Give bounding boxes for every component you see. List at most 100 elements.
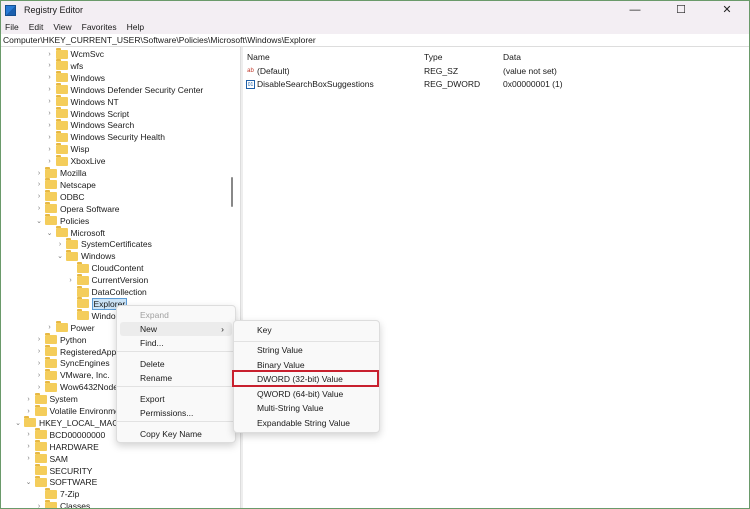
column-header-name[interactable]: Name (247, 52, 270, 64)
chevron-right-icon[interactable]: › (35, 372, 43, 379)
chevron-right-icon[interactable]: › (35, 193, 43, 200)
chevron-right-icon[interactable]: › (35, 205, 43, 212)
address-bar[interactable]: Computer\HKEY_CURRENT_USER\Software\Poli… (0, 34, 750, 47)
tree-item[interactable]: ⌄SOFTWARE (25, 476, 98, 488)
tree-item[interactable]: Windo (67, 310, 116, 322)
folder-icon (77, 276, 89, 285)
tree-item[interactable]: ›Classes (35, 500, 90, 509)
value-row[interactable]: ab(Default) (246, 66, 290, 78)
chevron-right-icon[interactable]: › (35, 348, 43, 355)
chevron-right-icon[interactable]: › (46, 86, 54, 93)
tree-item[interactable]: ›Python (35, 334, 86, 346)
menu-item-export[interactable]: Export (120, 392, 232, 406)
tree-item[interactable]: ›XboxLive (46, 155, 106, 167)
tree-item[interactable]: ›System (25, 393, 78, 405)
menu-item-find[interactable]: Find... (120, 336, 232, 350)
tree-item[interactable]: ›Power (46, 322, 95, 334)
tree-item[interactable]: ›Mozilla (35, 167, 86, 179)
chevron-right-icon[interactable]: › (35, 170, 43, 177)
tree-item[interactable]: ›Windows Search (46, 119, 135, 131)
tree-item[interactable]: ›Windows Script (46, 108, 130, 120)
chevron-down-icon[interactable]: ⌄ (25, 478, 33, 486)
tree-item[interactable]: ›SyncEngines (35, 357, 110, 369)
tree-item[interactable]: ⌄Microsoft (46, 227, 105, 239)
value-row[interactable]: 01DisableSearchBoxSuggestions (246, 79, 374, 91)
tree-item[interactable]: ›wfs (46, 60, 84, 72)
tree-item[interactable]: ›SystemCertificates (56, 238, 152, 250)
tree-scrollbar[interactable] (231, 177, 233, 207)
chevron-right-icon[interactable]: › (46, 324, 54, 331)
chevron-down-icon[interactable]: ⌄ (46, 229, 54, 237)
menu-help[interactable]: Help (127, 22, 144, 32)
menu-item-rename[interactable]: Rename (120, 371, 232, 385)
chevron-down-icon[interactable]: ⌄ (14, 419, 22, 427)
maximize-button[interactable]: ☐ (658, 0, 704, 20)
menu-file[interactable]: File (5, 22, 19, 32)
tree-item[interactable]: ⌄Windows (56, 250, 115, 262)
chevron-right-icon[interactable]: › (46, 158, 54, 165)
chevron-right-icon[interactable]: › (35, 336, 43, 343)
chevron-right-icon[interactable]: › (25, 396, 33, 403)
tree-item[interactable]: ⌄HKEY_LOCAL_MACHI (14, 417, 127, 429)
column-header-type[interactable]: Type (424, 52, 442, 64)
chevron-right-icon[interactable]: › (35, 503, 43, 509)
chevron-right-icon[interactable]: › (25, 455, 33, 462)
chevron-right-icon[interactable]: › (46, 122, 54, 129)
menu-favorites[interactable]: Favorites (82, 22, 117, 32)
menu-item-permissions[interactable]: Permissions... (120, 406, 232, 420)
menu-item-copy-key-name[interactable]: Copy Key Name (120, 427, 232, 441)
tree-item[interactable]: ›RegisteredAppli (35, 346, 120, 358)
chevron-right-icon[interactable]: › (25, 431, 33, 438)
tree-item[interactable]: ›CurrentVersion (67, 274, 149, 286)
tree-item[interactable]: ›BCD00000000 (25, 429, 106, 441)
tree-item[interactable]: ›SAM (25, 453, 68, 465)
tree-item[interactable]: DataCollection (67, 286, 147, 298)
menu-item-qword-64-bit-value[interactable]: QWORD (64-bit) Value (237, 387, 376, 401)
chevron-down-icon[interactable]: ⌄ (56, 252, 64, 260)
tree-item[interactable]: ›HARDWARE (25, 441, 99, 453)
tree-item[interactable]: ›Netscape (35, 179, 96, 191)
tree-item[interactable]: 7-Zip (35, 488, 79, 500)
tree-item[interactable]: ›Wisp (46, 143, 90, 155)
chevron-right-icon[interactable]: › (46, 74, 54, 81)
chevron-right-icon[interactable]: › (46, 134, 54, 141)
chevron-right-icon[interactable]: › (67, 277, 75, 284)
chevron-right-icon[interactable]: › (46, 146, 54, 153)
chevron-down-icon[interactable]: ⌄ (35, 217, 43, 225)
tree-item[interactable]: ›Windows (46, 72, 105, 84)
tree-item[interactable]: CloudContent (67, 262, 144, 274)
menu-item-new[interactable]: New› (120, 322, 232, 336)
tree-item[interactable]: ›Volatile Environme (25, 405, 120, 417)
close-button[interactable]: ✕ (704, 0, 750, 20)
chevron-right-icon[interactable]: › (35, 181, 43, 188)
chevron-right-icon[interactable]: › (46, 110, 54, 117)
menu-edit[interactable]: Edit (29, 22, 44, 32)
folder-icon (56, 50, 68, 59)
chevron-right-icon[interactable]: › (35, 360, 43, 367)
tree-item[interactable]: ⌄Policies (35, 215, 89, 227)
chevron-right-icon[interactable]: › (46, 51, 54, 58)
tree-item[interactable]: ›Opera Software (35, 203, 120, 215)
menu-item-delete[interactable]: Delete (120, 357, 232, 371)
menu-view[interactable]: View (53, 22, 71, 32)
tree-item[interactable]: ›WcmSvc (46, 48, 105, 60)
tree-item[interactable]: ›Wow6432Node (35, 381, 118, 393)
chevron-right-icon[interactable]: › (46, 62, 54, 69)
chevron-right-icon[interactable]: › (56, 241, 64, 248)
chevron-right-icon[interactable]: › (46, 98, 54, 105)
column-header-data[interactable]: Data (503, 52, 521, 64)
tree-item[interactable]: ›ODBC (35, 191, 85, 203)
chevron-right-icon[interactable]: › (25, 408, 33, 415)
menu-item-multi-string-value[interactable]: Multi-String Value (237, 401, 376, 415)
chevron-right-icon[interactable]: › (35, 384, 43, 391)
menu-item-expandable-string-value[interactable]: Expandable String Value (237, 416, 376, 430)
menu-item-key[interactable]: Key (237, 323, 376, 337)
chevron-right-icon[interactable]: › (25, 443, 33, 450)
minimize-button[interactable]: — (612, 0, 658, 20)
menu-item-string-value[interactable]: String Value (237, 343, 376, 357)
tree-item[interactable]: ›VMware, Inc. (35, 369, 110, 381)
tree-item[interactable]: ›Windows Defender Security Center (46, 84, 204, 96)
tree-item[interactable]: ›Windows Security Health (46, 131, 165, 143)
tree-item[interactable]: SECURITY (25, 465, 93, 477)
tree-item[interactable]: ›Windows NT (46, 96, 119, 108)
